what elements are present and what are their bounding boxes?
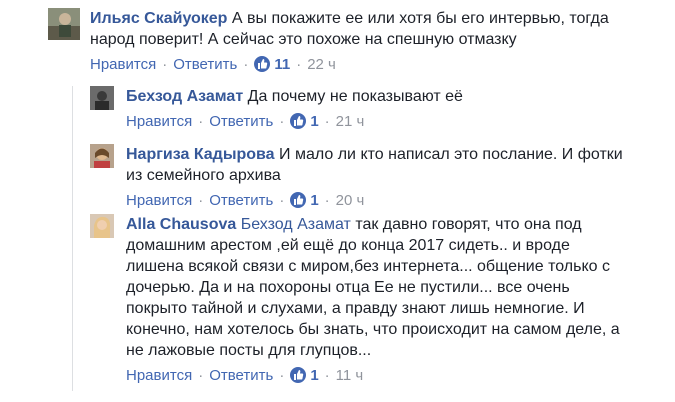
timestamp[interactable]: 22 ч xyxy=(307,56,336,74)
reply-button[interactable]: Ответить xyxy=(209,113,273,131)
like-count[interactable]: 1 xyxy=(310,367,318,385)
like-count[interactable]: 1 xyxy=(310,192,318,210)
comment-text-line: А вы покажите ее или хотя бы его интервь… xyxy=(231,10,609,27)
separator: · xyxy=(279,113,285,130)
thumbs-up-icon[interactable] xyxy=(290,192,307,208)
avatar[interactable] xyxy=(90,86,114,110)
comment-text-line: не лажовые посты для глупцов... xyxy=(126,342,372,359)
comment-author[interactable]: Ильяс Скайуокер xyxy=(90,10,227,27)
like-button[interactable]: Нравится xyxy=(126,113,192,131)
timestamp[interactable]: 11 ч xyxy=(336,367,364,385)
comment-text-line: И мало ли кто написал это послание. И фо… xyxy=(279,146,623,163)
comment-text-line: лишена всякой связи с миром,без интернет… xyxy=(126,258,610,275)
separator: · xyxy=(324,367,330,384)
reply-thread-line xyxy=(72,86,73,391)
comment-actions: Нравится · Ответить · 1 · 20 ч xyxy=(126,192,666,210)
comment-text-line: покрыто тайной и слухами, а правду знают… xyxy=(126,300,585,317)
comment-actions: Нравится · Ответить · 11 · 22 ч xyxy=(90,56,668,74)
like-button[interactable]: Нравится xyxy=(90,56,156,74)
thumbs-up-icon[interactable] xyxy=(290,113,307,129)
separator: · xyxy=(324,192,330,209)
comment-text-line: домашним арестом ,ей ещё до конца 2017 с… xyxy=(126,237,570,254)
reply-comment-2: Наргиза Кадырова И мало ли кто написал э… xyxy=(90,144,668,210)
separator: · xyxy=(324,113,330,130)
avatar[interactable] xyxy=(48,8,80,40)
timestamp[interactable]: 21 ч xyxy=(336,113,365,131)
timestamp[interactable]: 20 ч xyxy=(336,192,365,210)
separator: · xyxy=(296,56,302,73)
thumbs-up-icon[interactable] xyxy=(254,56,271,72)
like-button[interactable]: Нравится xyxy=(126,367,192,385)
comment-actions: Нравится · Ответить · 1 · 11 ч xyxy=(126,367,668,385)
reply-button[interactable]: Ответить xyxy=(173,56,237,74)
like-count[interactable]: 11 xyxy=(274,56,290,74)
separator: · xyxy=(162,56,168,73)
comment-text-line: Да почему не показывают её xyxy=(247,88,463,105)
reply-button[interactable]: Ответить xyxy=(209,192,273,210)
comment-text: Alla Chausova Бехзод Азамат так давно го… xyxy=(126,214,668,361)
separator: · xyxy=(198,367,204,384)
comment-author[interactable]: Наргиза Кадырова xyxy=(126,146,275,163)
reply-button[interactable]: Ответить xyxy=(209,367,273,385)
comment-text-line: дочерью. Да и на похороны отца Ее не пус… xyxy=(126,279,570,296)
like-count[interactable]: 1 xyxy=(310,113,318,131)
separator: · xyxy=(279,192,285,209)
separator: · xyxy=(198,113,204,130)
separator: · xyxy=(279,367,285,384)
separator: · xyxy=(243,56,249,73)
avatar[interactable] xyxy=(90,144,114,168)
comment-text-line: из семейного архива xyxy=(126,167,281,184)
avatar[interactable] xyxy=(90,214,114,238)
comment-author[interactable]: Alla Chausova xyxy=(126,216,236,233)
comment-author[interactable]: Бехзод Азамат xyxy=(126,88,243,105)
like-button[interactable]: Нравится xyxy=(126,192,192,210)
comment-text-line: конечно, нам хотелось бы знать, что прои… xyxy=(126,321,620,338)
thumbs-up-icon[interactable] xyxy=(290,367,307,383)
comment-text-line: народ поверит! А сейчас это похоже на сп… xyxy=(90,31,517,48)
comment-actions: Нравится · Ответить · 1 · 21 ч xyxy=(126,113,666,131)
separator: · xyxy=(198,192,204,209)
comment-text: Ильяс Скайуокер А вы покажите ее или хот… xyxy=(90,8,668,50)
mention-link[interactable]: Бехзод Азамат xyxy=(241,216,351,233)
comment-1: Ильяс Скайуокер А вы покажите ее или хот… xyxy=(48,8,668,78)
reply-comment-1: Бехзод Азамат Да почему не показывают её… xyxy=(90,86,668,136)
comment-text: Бехзод Азамат Да почему не показывают её xyxy=(126,86,666,107)
comment-text-line: так давно говорят, что она под xyxy=(355,216,582,233)
reply-comment-3: Alla Chausova Бехзод Азамат так давно го… xyxy=(90,214,668,394)
comment-text: Наргиза Кадырова И мало ли кто написал э… xyxy=(126,144,666,186)
